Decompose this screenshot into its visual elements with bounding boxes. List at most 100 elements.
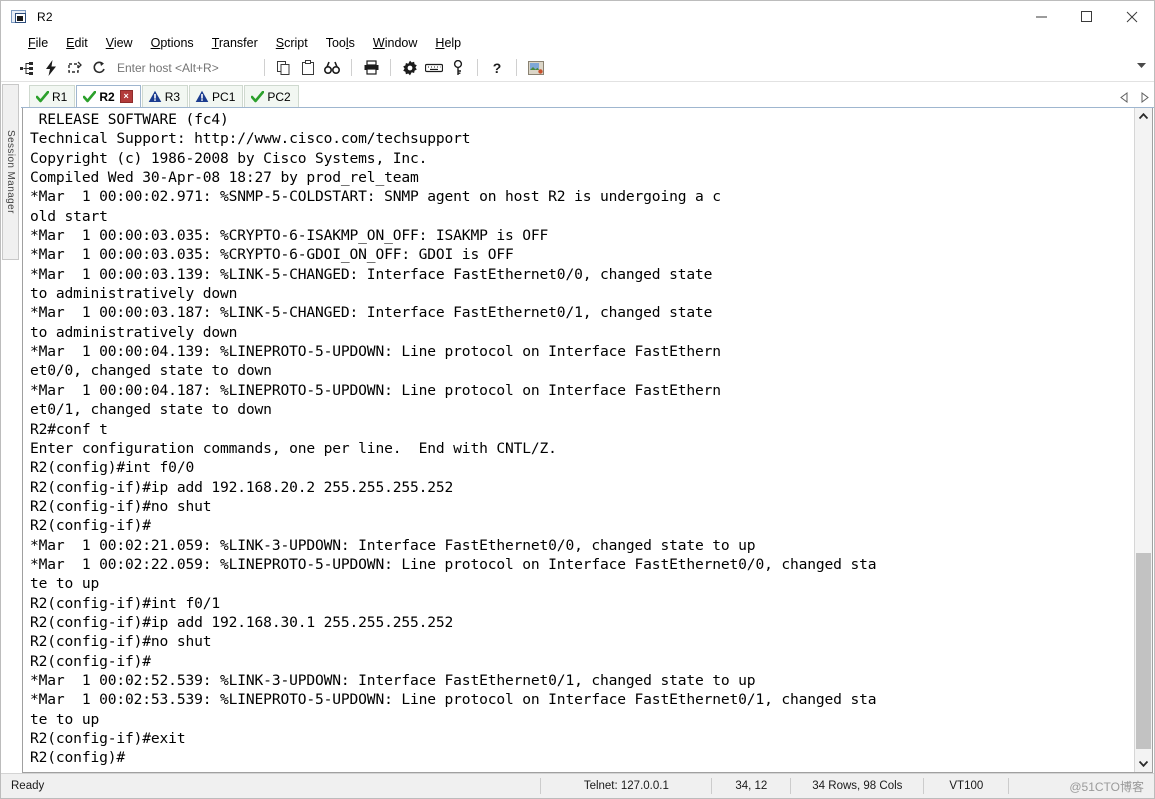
tab-scroll-right-icon[interactable]: [1138, 90, 1150, 104]
terminal-vertical-scrollbar[interactable]: [1134, 108, 1152, 772]
status-trailing: [1008, 778, 1065, 794]
terminal-line: Enter configuration commands, one per li…: [30, 439, 557, 457]
scroll-up-button[interactable]: [1135, 108, 1152, 125]
terminal-line: *Mar 1 00:00:04.139: %LINEPROTO-5-UPDOWN…: [30, 343, 721, 361]
tab-scroll-left-icon[interactable]: [1118, 90, 1130, 104]
menu-file-label-rest: ile: [35, 36, 49, 50]
menu-script[interactable]: Script: [267, 34, 317, 52]
tab-r3[interactable]: R3: [141, 85, 189, 107]
terminal-line: old start: [30, 207, 108, 225]
status-connection: Telnet: 127.0.0.1: [540, 778, 711, 794]
status-cursor-position: 34, 12: [711, 778, 790, 794]
terminal-line: Technical Support: http://www.cisco.com/…: [30, 130, 471, 148]
terminal-line: R2(config-if)#exit: [30, 730, 186, 747]
toolbar-separator: [264, 59, 265, 76]
terminal-line: et0/0, changed state to down: [30, 362, 272, 380]
terminal-line: to administratively down: [30, 323, 238, 341]
print-icon[interactable]: [359, 57, 383, 79]
host-input[interactable]: [117, 60, 257, 75]
terminal-line: *Mar 1 00:00:04.187: %LINEPROTO-5-UPDOWN…: [30, 381, 721, 399]
maximize-button[interactable]: [1064, 2, 1109, 32]
menu-file[interactable]: File: [19, 34, 57, 52]
status-emulation: VT100: [923, 778, 1008, 794]
check-icon: [35, 90, 49, 104]
toolbar-separator-2: [351, 59, 352, 76]
terminal-line: *Mar 1 00:00:02.971: %SNMP-5-COLDSTART: …: [30, 188, 721, 206]
menu-view[interactable]: View: [97, 34, 142, 52]
keyboard-icon[interactable]: [422, 57, 446, 79]
tab-pc2[interactable]: PC2: [244, 85, 299, 107]
terminal-line: R2(config-if)#: [30, 652, 151, 670]
warning-triangle-icon: [195, 90, 209, 104]
terminal-line: te to up: [30, 575, 100, 593]
scroll-down-button[interactable]: [1135, 755, 1152, 772]
terminal-line: *Mar 1 00:02:53.539: %LINEPROTO-5-UPDOWN…: [30, 691, 877, 709]
terminal-line: *Mar 1 00:00:03.035: %CRYPTO-6-GDOI_ON_O…: [30, 246, 514, 264]
titlebar: R2: [1, 1, 1154, 32]
tab-label: PC1: [212, 89, 236, 104]
session-tabstrip: R1 R2 × R3 PC1 PC2: [21, 82, 1154, 108]
terminal-line: to administratively down: [30, 285, 238, 303]
scroll-track[interactable]: [1135, 125, 1152, 755]
menu-tools[interactable]: Tools: [317, 34, 364, 52]
find-icon[interactable]: [320, 57, 344, 79]
terminal-line: *Mar 1 00:02:21.059: %LINK-3-UPDOWN: Int…: [30, 536, 756, 554]
session-options-icon[interactable]: [524, 57, 548, 79]
status-ready: Ready: [11, 780, 45, 792]
minimize-button[interactable]: [1019, 2, 1064, 32]
copy-icon[interactable]: [272, 57, 296, 79]
terminal-line: R2(config)#int f0/0: [30, 459, 195, 477]
settings-gear-icon[interactable]: [398, 57, 422, 79]
terminal-line: Compiled Wed 30-Apr-08 18:27 by prod_rel…: [30, 169, 419, 187]
toolbar-separator-4: [477, 59, 478, 76]
tab-label: R3: [164, 89, 181, 104]
scroll-thumb[interactable]: [1136, 553, 1151, 749]
terminal-output[interactable]: RELEASE SOFTWARE (fc4) Technical Support…: [23, 108, 1134, 772]
terminal-window-icon: [11, 9, 29, 25]
toolbar-overflow-button[interactable]: [1134, 58, 1148, 74]
tab-r2[interactable]: R2 ×: [76, 85, 141, 107]
terminal-line: *Mar 1 00:00:03.187: %LINK-5-CHANGED: In…: [30, 304, 713, 322]
session-manager-rail: Session Manager: [1, 82, 21, 773]
terminal-line: *Mar 1 00:02:52.539: %LINK-3-UPDOWN: Int…: [30, 671, 756, 689]
terminal-line: *Mar 1 00:02:22.059: %LINEPROTO-5-UPDOWN…: [30, 555, 877, 573]
session-manager-toggle[interactable]: Session Manager: [2, 84, 19, 260]
close-button[interactable]: [1109, 2, 1154, 32]
window-controls: [1019, 1, 1154, 32]
menu-transfer[interactable]: Transfer: [203, 34, 267, 52]
help-icon[interactable]: ?: [485, 57, 509, 79]
terminal-line: et0/1, changed state to down: [30, 401, 272, 419]
reconnect-icon[interactable]: [87, 57, 111, 79]
menu-help[interactable]: Help: [426, 34, 470, 52]
terminal-line: R2(config-if)#ip add 192.168.30.1 255.25…: [30, 613, 454, 631]
terminal-line: R2(config)#: [30, 749, 125, 767]
content-column: R1 R2 × R3 PC1 PC2 RELEASE SOFTWARE (fc4…: [21, 82, 1154, 773]
connect-icon[interactable]: [15, 57, 39, 79]
statusbar: Ready Telnet: 127.0.0.1 34, 12 34 Rows, …: [1, 773, 1154, 798]
toolbar-separator-5: [516, 59, 517, 76]
menu-options[interactable]: Options: [142, 34, 203, 52]
terminal-line: *Mar 1 00:00:03.139: %LINK-5-CHANGED: In…: [30, 265, 713, 283]
tab-close-icon[interactable]: ×: [119, 90, 133, 103]
tabstrip-nav: [1118, 90, 1150, 104]
terminal-line: R2(config-if)#no shut: [30, 633, 212, 651]
terminal-line: *Mar 1 00:00:03.035: %CRYPTO-6-ISAKMP_ON…: [30, 227, 549, 245]
tab-label: R2: [99, 89, 115, 104]
clone-session-icon[interactable]: [63, 57, 87, 79]
check-icon: [82, 90, 96, 104]
tab-pc1[interactable]: PC1: [189, 85, 244, 107]
menubar: File Edit View Options Transfer Script T…: [1, 32, 1154, 54]
tab-r1[interactable]: R1: [29, 85, 76, 107]
terminal-pane: RELEASE SOFTWARE (fc4) Technical Support…: [22, 108, 1153, 773]
terminal-line: R2(config-if)#no shut: [30, 497, 212, 515]
menu-window[interactable]: Window: [364, 34, 426, 52]
paste-icon[interactable]: [296, 57, 320, 79]
terminal-line: R2(config-if)#: [30, 517, 151, 535]
warning-triangle-icon: [148, 90, 162, 104]
quick-connect-icon[interactable]: [39, 57, 63, 79]
tab-label: R1: [52, 89, 68, 104]
terminal-line: R2(config-if)#ip add 192.168.20.2 255.25…: [30, 478, 454, 496]
menu-edit[interactable]: Edit: [57, 34, 97, 52]
key-icon[interactable]: [446, 57, 470, 79]
svg-text:?: ?: [493, 60, 502, 76]
